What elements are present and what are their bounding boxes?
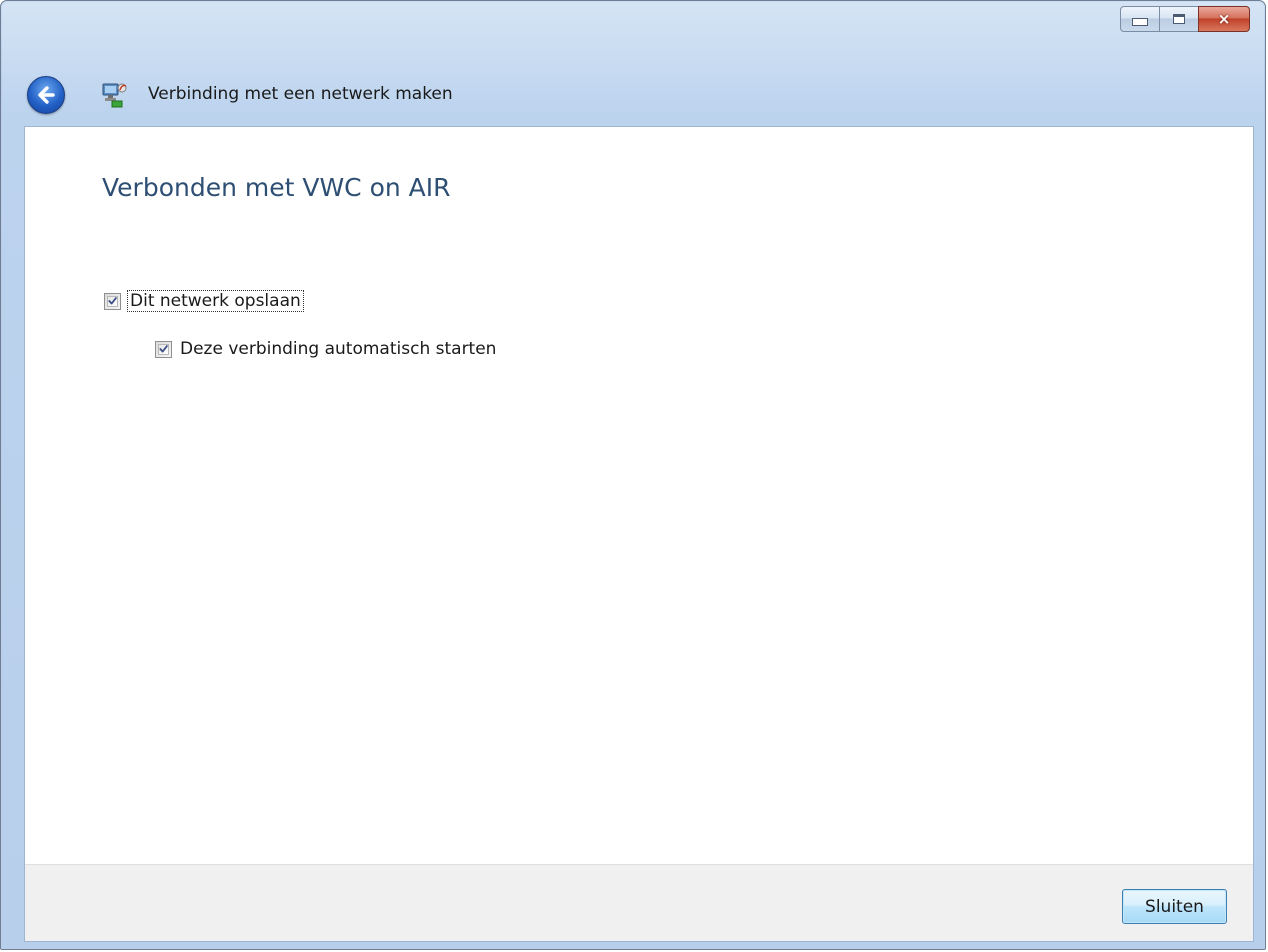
save-network-option[interactable]: Dit netwerk opslaan <box>104 290 304 312</box>
checkmark-icon <box>108 297 117 305</box>
window-close-button[interactable]: × <box>1198 6 1250 32</box>
caption-buttons: × <box>1120 6 1250 32</box>
dialog-window: × Verbinding met een netwerk maken Verbo… <box>0 0 1266 950</box>
content-area: Verbonden met VWC on AIR Dit netwerk ops… <box>25 127 1253 864</box>
maximize-button[interactable] <box>1159 6 1199 32</box>
checkmark-icon <box>159 345 168 353</box>
back-button[interactable] <box>27 76 65 114</box>
window-title: Verbinding met een netwerk maken <box>148 84 453 104</box>
checkbox-box <box>107 295 118 307</box>
auto-start-option[interactable]: Deze verbinding automatisch starten <box>155 339 498 359</box>
minimize-icon <box>1132 18 1148 26</box>
page-heading: Verbonden met VWC on AIR <box>102 173 451 202</box>
back-arrow-icon <box>38 86 55 104</box>
dialog-footer: Sluiten <box>25 864 1253 942</box>
close-icon: × <box>1217 9 1231 28</box>
auto-start-label[interactable]: Deze verbinding automatisch starten <box>178 339 498 359</box>
close-button[interactable]: Sluiten <box>1122 889 1227 924</box>
checkbox-box <box>158 343 169 355</box>
auto-start-checkbox[interactable] <box>155 340 172 358</box>
network-connection-icon <box>102 83 127 108</box>
save-network-label[interactable]: Dit netwerk opslaan <box>127 290 304 312</box>
maximize-icon <box>1173 14 1185 24</box>
minimize-button[interactable] <box>1120 6 1160 32</box>
save-network-checkbox[interactable] <box>104 292 121 310</box>
